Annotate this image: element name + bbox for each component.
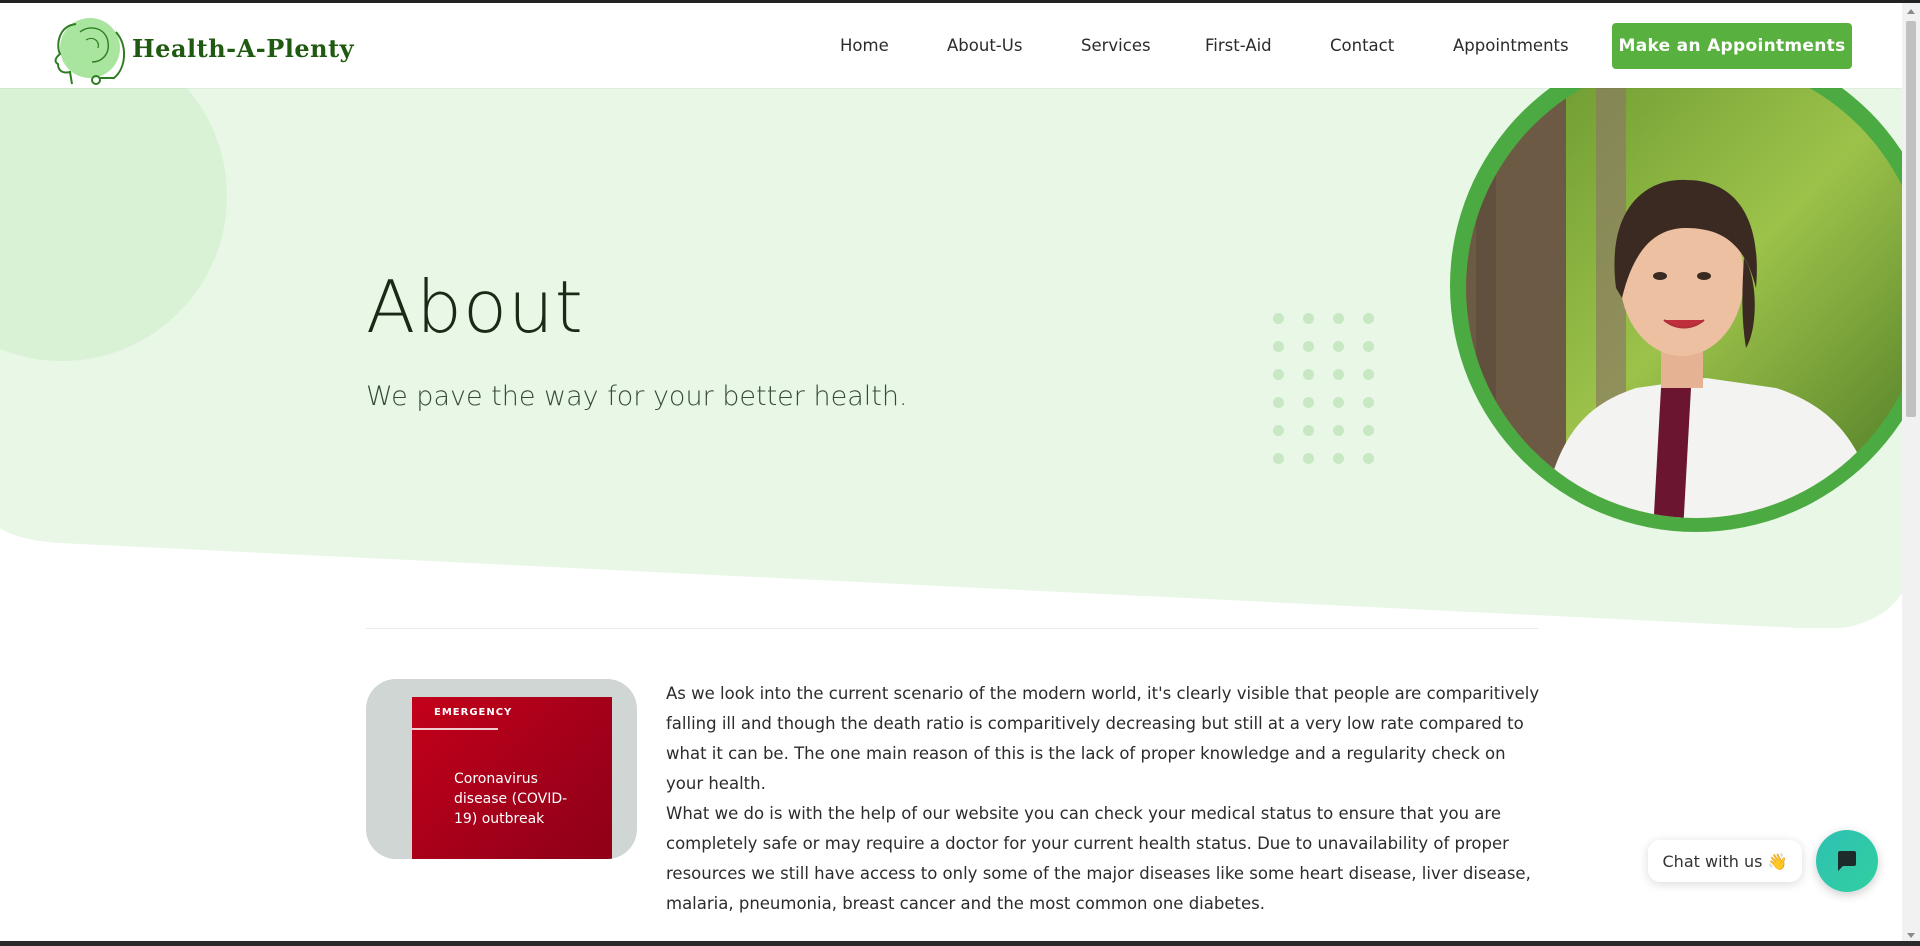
nav-item-services[interactable]: Services	[1081, 36, 1151, 55]
dot	[1363, 425, 1374, 436]
chat-button[interactable]	[1816, 830, 1878, 892]
page-subtitle: We pave the way for your better health.	[366, 381, 908, 412]
dot	[1273, 341, 1284, 352]
doctor-portrait	[1450, 88, 1902, 532]
dot	[1363, 453, 1374, 464]
dot	[1303, 425, 1314, 436]
about-paragraph-2: What we do is with the help of our websi…	[666, 804, 1531, 913]
nav-item-appointments[interactable]: Appointments	[1453, 36, 1569, 55]
page-title: About	[366, 265, 584, 349]
dot	[1273, 453, 1284, 464]
about-paragraph-1: As we look into the current scenario of …	[666, 684, 1540, 793]
scrollbar-thumb[interactable]	[1906, 21, 1916, 417]
dot	[1333, 341, 1344, 352]
dot	[1333, 313, 1344, 324]
nav-item-contact[interactable]: Contact	[1330, 36, 1394, 55]
section-divider	[366, 628, 1538, 629]
nav-item-first-aid[interactable]: First-Aid	[1205, 36, 1272, 55]
nav-item-home[interactable]: Home	[840, 36, 889, 55]
page-scrollbar[interactable]	[1902, 3, 1920, 946]
dot	[1333, 397, 1344, 408]
dot	[1303, 369, 1314, 380]
dot	[1363, 341, 1374, 352]
brand-logo[interactable]: Health-A-Plenty	[46, 12, 354, 88]
window-bottom-edge	[0, 941, 1920, 946]
dot	[1333, 369, 1344, 380]
dot	[1273, 397, 1284, 408]
dot	[1273, 313, 1284, 324]
chat-bubble-icon	[1838, 851, 1856, 871]
sign-text: Coronavirus disease (COVID-19) outbreak	[454, 771, 568, 827]
dot	[1273, 425, 1284, 436]
dot	[1363, 369, 1374, 380]
dot	[1363, 397, 1374, 408]
decorative-dot-grid	[1273, 313, 1383, 473]
dot	[1303, 313, 1314, 324]
dot	[1273, 369, 1284, 380]
dot	[1303, 453, 1314, 464]
head-stethoscope-icon	[54, 18, 125, 85]
dot	[1333, 425, 1344, 436]
nav-item-about-us[interactable]: About-Us	[947, 36, 1022, 55]
scroll-up-icon[interactable]	[1907, 9, 1915, 14]
site-header: Health-A-Plenty Home About-Us Services F…	[0, 6, 1902, 88]
dot	[1303, 341, 1314, 352]
covid-emergency-image: EMERGENCY Coronavirus disease (COVID-19)…	[366, 679, 637, 859]
brand-name: Health-A-Plenty	[132, 34, 355, 63]
make-appointment-button[interactable]: Make an Appointments	[1612, 23, 1852, 69]
sign-divider	[412, 728, 498, 730]
dot	[1303, 397, 1314, 408]
scroll-down-icon[interactable]	[1907, 933, 1915, 938]
dot	[1363, 313, 1374, 324]
chat-prompt[interactable]: Chat with us 👋	[1648, 840, 1802, 882]
emergency-sign: EMERGENCY Coronavirus disease (COVID-19)…	[412, 697, 612, 859]
dot	[1333, 453, 1344, 464]
sign-header: EMERGENCY	[434, 707, 513, 718]
